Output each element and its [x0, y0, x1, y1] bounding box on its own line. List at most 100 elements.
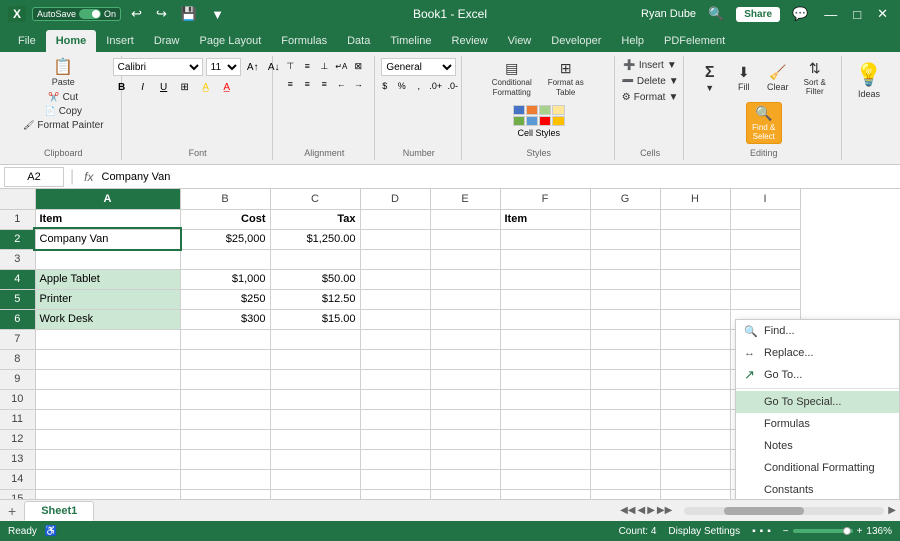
cell-B8[interactable] [180, 349, 270, 369]
col-header-e[interactable]: E [430, 189, 500, 209]
close-button[interactable]: ✕ [873, 4, 892, 24]
row-number-8[interactable]: 8 [0, 349, 35, 369]
cell-F7[interactable] [500, 329, 590, 349]
cell-F6[interactable] [500, 309, 590, 329]
cell-I4[interactable] [730, 269, 800, 289]
cell-C10[interactable] [270, 389, 360, 409]
cell-F11[interactable] [500, 409, 590, 429]
cell-I5[interactable] [730, 289, 800, 309]
format-as-table-button[interactable]: ⊞ Format as Table [541, 58, 591, 99]
row-number-5[interactable]: 5 [0, 289, 35, 309]
fill-color-icon[interactable]: A̲ [197, 78, 215, 96]
cell-H6[interactable] [660, 309, 730, 329]
paste-button[interactable]: 📋 Paste [44, 58, 82, 89]
cell-E13[interactable] [430, 449, 500, 469]
font-color-icon[interactable]: A̲ [218, 78, 236, 96]
cell-ref-input[interactable] [4, 167, 64, 187]
cell-C7[interactable] [270, 329, 360, 349]
tab-timeline[interactable]: Timeline [380, 30, 441, 52]
cell-B2[interactable]: $25,000 [180, 229, 270, 249]
menu-item-formulas[interactable]: Formulas [736, 413, 899, 435]
cell-A2[interactable]: Company Van [35, 229, 180, 249]
cell-E2[interactable] [430, 229, 500, 249]
cell-G4[interactable] [590, 269, 660, 289]
tab-draw[interactable]: Draw [144, 30, 190, 52]
cell-E10[interactable] [430, 389, 500, 409]
row-number-10[interactable]: 10 [0, 389, 35, 409]
cell-B1[interactable]: Cost [180, 209, 270, 229]
cell-A9[interactable] [35, 369, 180, 389]
cell-E9[interactable] [430, 369, 500, 389]
cell-H8[interactable] [660, 349, 730, 369]
col-header-h[interactable]: H [660, 189, 730, 209]
formula-input[interactable] [102, 171, 897, 183]
merge-icon[interactable]: ⊠ [350, 58, 366, 74]
scroll-prev-icon[interactable]: ◀ [638, 505, 646, 516]
cell-G6[interactable] [590, 309, 660, 329]
cell-C5[interactable]: $12.50 [270, 289, 360, 309]
tab-data[interactable]: Data [337, 30, 380, 52]
zoom-out-icon[interactable]: − [783, 526, 789, 537]
cell-F8[interactable] [500, 349, 590, 369]
cell-H2[interactable] [660, 229, 730, 249]
tab-developer[interactable]: Developer [541, 30, 611, 52]
cell-C4[interactable]: $50.00 [270, 269, 360, 289]
tab-formulas[interactable]: Formulas [271, 30, 337, 52]
cell-B9[interactable] [180, 369, 270, 389]
cell-G2[interactable] [590, 229, 660, 249]
menu-item-find[interactable]: 🔍 Find... [736, 320, 899, 342]
cell-C15[interactable] [270, 489, 360, 499]
cell-C12[interactable] [270, 429, 360, 449]
cell-H13[interactable] [660, 449, 730, 469]
cell-B5[interactable]: $250 [180, 289, 270, 309]
scroll-left-icon[interactable]: ◀◀ [620, 505, 635, 516]
percent-icon[interactable]: % [394, 78, 410, 94]
tab-home[interactable]: Home [46, 30, 97, 52]
accounting-icon[interactable]: $ [377, 78, 393, 94]
cell-A10[interactable] [35, 389, 180, 409]
search-icon[interactable]: 🔍 [704, 4, 728, 24]
bold-button[interactable]: B [113, 78, 131, 96]
cell-F9[interactable] [500, 369, 590, 389]
cell-D10[interactable] [360, 389, 430, 409]
scroll-next-icon[interactable]: ▶ [647, 505, 655, 516]
page-break-view-icon[interactable]: ▪ [767, 526, 771, 537]
row-number-9[interactable]: 9 [0, 369, 35, 389]
align-bottom-icon[interactable]: ⊥ [316, 58, 332, 74]
cell-C3[interactable] [270, 249, 360, 269]
maximize-button[interactable]: □ [849, 5, 865, 24]
undo-icon[interactable]: ↩ [127, 4, 146, 24]
cell-C6[interactable]: $15.00 [270, 309, 360, 329]
cell-D8[interactable] [360, 349, 430, 369]
row-number-14[interactable]: 14 [0, 469, 35, 489]
col-header-b[interactable]: B [180, 189, 270, 209]
clear-button[interactable]: 🧹 Clear [763, 62, 793, 94]
font-name-select[interactable]: Calibri [113, 58, 203, 76]
cell-D9[interactable] [360, 369, 430, 389]
indent-decrease-icon[interactable]: ← [333, 76, 349, 92]
cell-G7[interactable] [590, 329, 660, 349]
autosum-button[interactable]: Σ ▼ [695, 62, 725, 95]
normal-view-icon[interactable]: ▪ [752, 526, 756, 537]
row-number-4[interactable]: 4 [0, 269, 35, 289]
cell-G14[interactable] [590, 469, 660, 489]
decimal-increase-icon[interactable]: .0+ [428, 78, 444, 94]
cell-G9[interactable] [590, 369, 660, 389]
customize-icon[interactable]: ▼ [207, 5, 228, 24]
cell-G13[interactable] [590, 449, 660, 469]
cell-A6[interactable]: Work Desk [35, 309, 180, 329]
autosave-toggle[interactable] [79, 9, 101, 19]
menu-item-constants[interactable]: Constants [736, 479, 899, 499]
cell-B10[interactable] [180, 389, 270, 409]
cell-G1[interactable] [590, 209, 660, 229]
quick-save-icon[interactable]: 💾 [177, 4, 201, 24]
cell-E15[interactable] [430, 489, 500, 499]
cell-C1[interactable]: Tax [270, 209, 360, 229]
row-number-7[interactable]: 7 [0, 329, 35, 349]
cell-B15[interactable] [180, 489, 270, 499]
add-sheet-button[interactable]: + [0, 503, 24, 519]
cell-styles-button[interactable]: Cell Styles [507, 103, 571, 140]
page-layout-view-icon[interactable]: ▪ [760, 526, 764, 537]
cell-E4[interactable] [430, 269, 500, 289]
menu-item-goto[interactable]: ↗ Go To... [736, 364, 899, 386]
